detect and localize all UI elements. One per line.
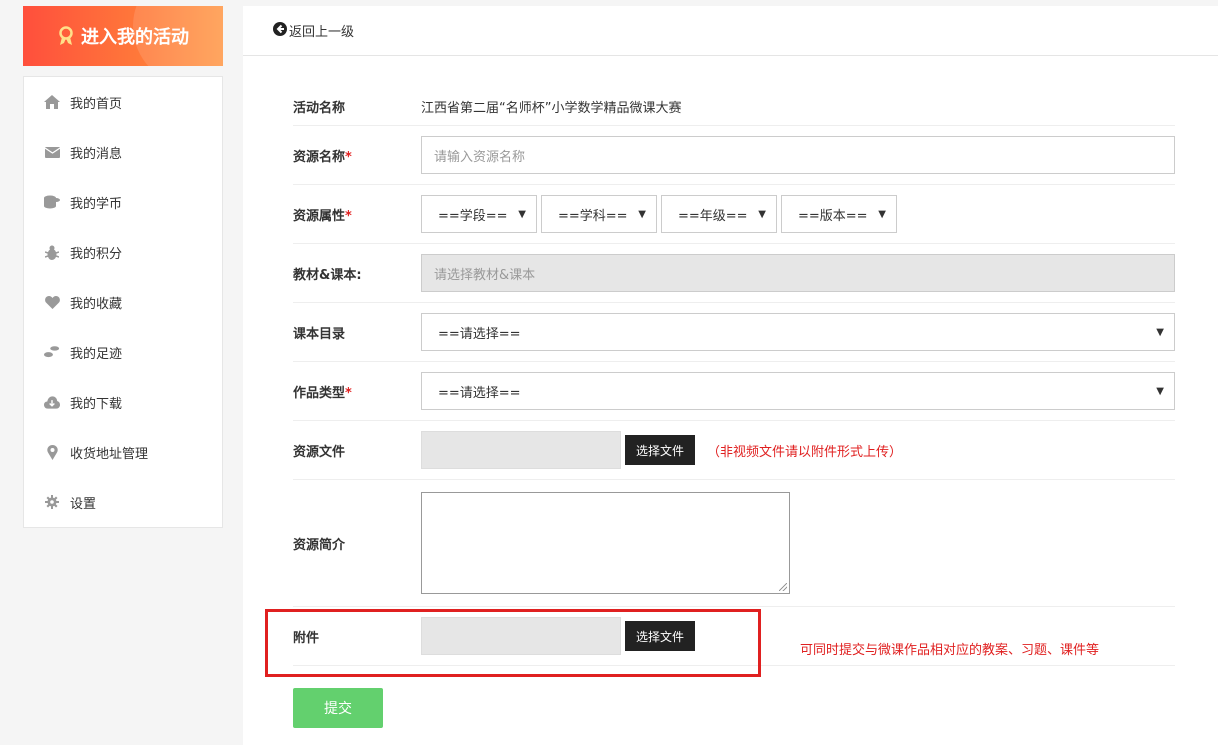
footprints-icon (44, 344, 60, 360)
sidebar-item-label: 我的下载 (70, 396, 123, 412)
activity-name-value: 江西省第二届“名师杯”小学数学精品微课大赛 (421, 101, 682, 116)
required-mark: * (345, 208, 352, 224)
catalog-select-value: ==请选择== (438, 326, 521, 342)
edition-select[interactable]: ==版本== ▼ (781, 195, 897, 233)
resource-name-row: 资源名称* 请输入资源名称 (293, 126, 1175, 185)
caret-down-icon: ▼ (518, 208, 526, 220)
activity-name-label: 活动名称 (293, 101, 346, 116)
resource-name-input[interactable]: 请输入资源名称 (421, 136, 1175, 174)
sidebar-item-label: 我的学币 (70, 196, 123, 212)
stage-select-value: ==学段== (438, 208, 508, 224)
sidebar-menu: 我的首页 我的消息 我的学币 我的积分 我的收藏 我的足迹 我的下载 收货地址管… (23, 76, 223, 528)
required-mark: * (345, 385, 352, 401)
gear-icon (44, 494, 60, 510)
attachment-hint: 可同时提交与微课作品相对应的教案、习题、课件等 (800, 643, 1100, 658)
required-mark: * (345, 149, 352, 165)
back-link[interactable]: 返回上一级 (273, 21, 354, 40)
sidebar-item-coins[interactable]: 我的学币 (24, 177, 222, 227)
cloud-download-icon (44, 394, 60, 410)
caret-down-icon: ▼ (758, 208, 766, 220)
resource-form: 活动名称 江西省第二届“名师杯”小学数学精品微课大赛 资源名称* 请输入资源名称… (293, 88, 1175, 666)
activity-name-row: 活动名称 江西省第二届“名师杯”小学数学精品微课大赛 (293, 88, 1175, 126)
medal-icon (57, 26, 75, 46)
resource-file-choose-button[interactable]: 选择文件 (625, 435, 695, 465)
resource-file-label: 资源文件 (293, 444, 346, 460)
submit-button[interactable]: 提交 (293, 688, 383, 728)
caret-down-icon: ▼ (1156, 326, 1164, 338)
intro-row: 资源简介 (293, 480, 1175, 607)
caret-down-icon: ▼ (1156, 385, 1164, 397)
sidebar-item-label: 我的积分 (70, 246, 123, 262)
edition-select-value: ==版本== (798, 208, 868, 224)
caret-down-icon: ▼ (638, 208, 646, 220)
sidebar-item-label: 我的收藏 (70, 296, 123, 312)
resource-file-hint: （非视频文件请以附件形式上传） (707, 444, 903, 460)
coins-icon (44, 194, 60, 210)
banner-label: 进入我的活动 (81, 27, 189, 48)
arrow-circle-left-icon (273, 21, 289, 40)
grade-select[interactable]: ==年级== ▼ (661, 195, 777, 233)
sidebar-item-downloads[interactable]: 我的下载 (24, 377, 222, 427)
sidebar-item-footprints[interactable]: 我的足迹 (24, 327, 222, 377)
sidebar-item-label: 收货地址管理 (70, 446, 149, 462)
catalog-row: 课本目录 ==请选择== ▼ (293, 303, 1175, 362)
resource-file-row: 资源文件 选择文件 （非视频文件请以附件形式上传） (293, 421, 1175, 480)
sidebar-item-label: 设置 (70, 496, 97, 512)
work-type-select-value: ==请选择== (438, 385, 521, 401)
sidebar-item-label: 我的足迹 (70, 346, 123, 362)
activity-banner[interactable]: 进入我的活动 (23, 6, 223, 66)
heart-icon (44, 294, 60, 310)
sidebar-item-address[interactable]: 收货地址管理 (24, 427, 222, 477)
sidebar-item-messages[interactable]: 我的消息 (24, 127, 222, 177)
home-icon (44, 94, 60, 110)
main-panel: 返回上一级 活动名称 江西省第二届“名师杯”小学数学精品微课大赛 资源名称* 请… (243, 6, 1218, 745)
resource-attr-label: 资源属性 (293, 208, 346, 224)
back-label: 返回上一级 (289, 25, 355, 40)
subject-select[interactable]: ==学科== ▼ (541, 195, 657, 233)
sidebar-item-label: 我的首页 (70, 96, 123, 112)
catalog-label: 课本目录 (293, 326, 346, 342)
resource-file-path[interactable] (421, 431, 621, 469)
envelope-icon (44, 144, 60, 160)
attachment-label: 附件 (293, 630, 320, 646)
attachment-file-path[interactable] (421, 617, 621, 655)
sidebar-item-points[interactable]: 我的积分 (24, 227, 222, 277)
work-type-row: 作品类型* ==请选择== ▼ (293, 362, 1175, 421)
intro-textarea[interactable] (421, 492, 790, 594)
sidebar-item-label: 我的消息 (70, 146, 123, 162)
work-type-label: 作品类型 (293, 385, 346, 401)
catalog-select[interactable]: ==请选择== ▼ (421, 313, 1175, 351)
grade-select-value: ==年级== (678, 208, 748, 224)
stage-select[interactable]: ==学段== ▼ (421, 195, 537, 233)
sidebar-item-home[interactable]: 我的首页 (24, 77, 222, 127)
textbook-row: 教材&课本: 请选择教材&课本 (293, 244, 1175, 303)
textbook-label: 教材&课本: (293, 267, 362, 283)
topbar: 返回上一级 (243, 6, 1218, 56)
bug-icon (44, 244, 60, 260)
intro-label: 资源简介 (293, 537, 346, 553)
sidebar-item-settings[interactable]: 设置 (24, 477, 222, 527)
caret-down-icon: ▼ (878, 208, 886, 220)
sidebar-item-favorites[interactable]: 我的收藏 (24, 277, 222, 327)
subject-select-value: ==学科== (558, 208, 628, 224)
resource-attr-row: 资源属性* ==学段== ▼ ==学科== ▼ ==年级== ▼ ==版本== ▼ (293, 185, 1175, 244)
textbook-input[interactable]: 请选择教材&课本 (421, 254, 1175, 292)
map-marker-icon (44, 444, 60, 460)
work-type-select[interactable]: ==请选择== ▼ (421, 372, 1175, 410)
attachment-choose-button[interactable]: 选择文件 (625, 621, 695, 651)
resource-name-label: 资源名称 (293, 149, 346, 165)
